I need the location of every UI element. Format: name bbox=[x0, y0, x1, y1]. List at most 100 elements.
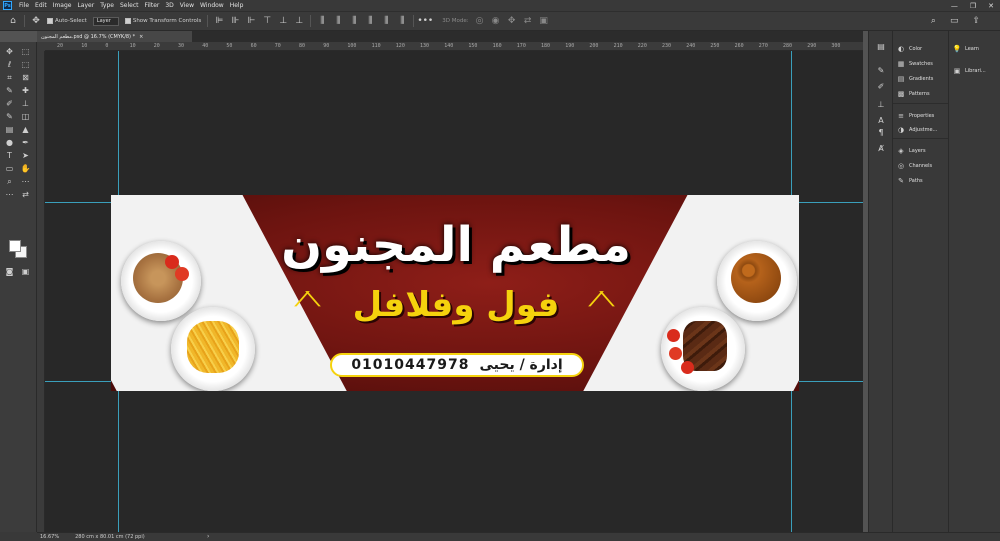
3d-scale-icon[interactable]: ▣ bbox=[539, 16, 549, 26]
workspace-icon[interactable]: ▭ bbox=[950, 16, 959, 26]
menu-file[interactable]: File bbox=[16, 2, 32, 9]
panel-tab-adjustments[interactable]: ◑ Adjustme... bbox=[897, 124, 937, 135]
glyphs-panel-icon[interactable]: Ⱥ bbox=[875, 143, 887, 154]
history-panel-icon[interactable]: ▤ bbox=[875, 41, 887, 52]
ruler-vertical[interactable] bbox=[37, 51, 45, 532]
align-center-h-icon[interactable]: ⊪ bbox=[230, 16, 240, 26]
panel-tab-libraries[interactable]: ▣ Librari... bbox=[953, 65, 986, 76]
panel-tab-properties[interactable]: ≡ Properties bbox=[897, 110, 934, 121]
3d-roll-icon[interactable]: ◉ bbox=[491, 16, 501, 26]
share-icon[interactable]: ⇪ bbox=[972, 16, 980, 26]
lasso-tool-icon[interactable]: ℓ bbox=[4, 59, 15, 70]
auto-select-checkbox[interactable]: Auto-Select bbox=[47, 18, 87, 24]
align-top-icon[interactable]: ⊤ bbox=[262, 16, 272, 26]
marquee-tool-icon[interactable]: ⬚ bbox=[20, 46, 31, 57]
minimize-button[interactable]: — bbox=[951, 2, 958, 10]
menu-3d[interactable]: 3D bbox=[162, 2, 176, 9]
clone-source-icon[interactable]: ⊥ bbox=[875, 99, 887, 110]
gradient-tool-icon[interactable]: ▤ bbox=[4, 124, 15, 135]
more-options-icon[interactable]: ••• bbox=[417, 16, 433, 26]
dodge-tool-icon[interactable]: ● bbox=[4, 137, 15, 148]
menu-view[interactable]: View bbox=[177, 2, 197, 9]
hand-tool-icon[interactable]: ✋ bbox=[20, 163, 31, 174]
align-right-icon[interactable]: ⊩ bbox=[246, 16, 256, 26]
rectangle-tool-icon[interactable]: ▭ bbox=[4, 163, 15, 174]
menu-select[interactable]: Select bbox=[117, 2, 142, 9]
auto-select-target-dropdown[interactable]: Layer bbox=[92, 16, 119, 26]
panel-tab-learn[interactable]: 💡 Learn bbox=[953, 43, 979, 54]
menu-image[interactable]: Image bbox=[50, 2, 75, 9]
more-tools-icon[interactable]: ⋯ bbox=[20, 176, 31, 187]
panel-tab-label: Gradients bbox=[909, 75, 934, 82]
menu-filter[interactable]: Filter bbox=[142, 2, 163, 9]
quick-mask-icon[interactable]: ◙ bbox=[4, 266, 15, 277]
3d-slide-icon[interactable]: ⇄ bbox=[523, 16, 533, 26]
menu-layer[interactable]: Layer bbox=[74, 2, 97, 9]
screen-mode-icon[interactable]: ▣ bbox=[20, 266, 31, 277]
move-tool-icon[interactable]: ✥ bbox=[31, 16, 41, 26]
close-tab-icon[interactable]: × bbox=[139, 34, 143, 40]
3d-orbit-icon[interactable]: ◎ bbox=[475, 16, 485, 26]
align-bottom-icon[interactable]: ⊥ bbox=[294, 16, 304, 26]
show-transform-checkbox[interactable]: Show Transform Controls bbox=[124, 18, 201, 24]
swap-colors-icon[interactable]: ⇄ bbox=[20, 189, 31, 200]
3d-pan-icon[interactable]: ✥ bbox=[507, 16, 517, 26]
panel-tab-paths[interactable]: ✎ Paths bbox=[897, 175, 923, 186]
align-middle-v-icon[interactable]: ⊥ bbox=[278, 16, 288, 26]
foreground-color-swatch[interactable] bbox=[9, 240, 21, 252]
crop-tool-icon[interactable]: ⌗ bbox=[4, 72, 15, 83]
move-tool-icon[interactable]: ✥ bbox=[4, 46, 15, 57]
photoshop-logo-icon: Ps bbox=[3, 1, 12, 10]
distribute-3-icon[interactable]: ⫼ bbox=[349, 16, 359, 26]
brush-settings-icon[interactable]: ✎ bbox=[875, 65, 887, 76]
document-tab[interactable]: مطعم المجنون.psd @ 16.7% (CMYK/8) * × bbox=[37, 31, 192, 42]
tomato-slice bbox=[165, 255, 179, 269]
frame-tool-icon[interactable]: ⊠ bbox=[20, 72, 31, 83]
search-icon[interactable]: ⌕ bbox=[931, 16, 936, 26]
brush-tool-icon[interactable]: ✐ bbox=[4, 98, 15, 109]
align-left-icon[interactable]: ⊫ bbox=[214, 16, 224, 26]
panel-tab-patterns[interactable]: ▩ Patterns bbox=[897, 88, 930, 99]
history-brush-tool-icon[interactable]: ✎ bbox=[4, 111, 15, 122]
path-select-tool-icon[interactable]: ➤ bbox=[20, 150, 31, 161]
panel-tab-gradients[interactable]: ▤ Gradients bbox=[897, 73, 934, 84]
canvas-workspace[interactable]: مطعم المجنون ⟋⟍ ⟋⟍ فول وفلافل 0101044797… bbox=[45, 51, 863, 532]
menu-type[interactable]: Type bbox=[97, 2, 117, 9]
clone-stamp-tool-icon[interactable]: ⊥ bbox=[20, 98, 31, 109]
distribute-5-icon[interactable]: ⫼ bbox=[381, 16, 391, 26]
status-chevron-icon[interactable]: › bbox=[207, 533, 209, 540]
brushes-icon[interactable]: ✐ bbox=[875, 81, 887, 92]
panel-tab-swatches[interactable]: ▦ Swatches bbox=[897, 58, 933, 69]
menu-help[interactable]: Help bbox=[227, 2, 247, 9]
status-bar: 16.67% 280 cm x 80.01 cm (72 ppi) › bbox=[37, 532, 1000, 541]
healing-brush-tool-icon[interactable]: ✚ bbox=[20, 85, 31, 96]
libraries-icon: ▣ bbox=[953, 66, 961, 75]
eyedropper-tool-icon[interactable]: ✎ bbox=[4, 85, 15, 96]
panel-tab-layers[interactable]: ◈ Layers bbox=[897, 145, 925, 156]
zoom-tool-icon[interactable]: ⌕ bbox=[4, 176, 15, 187]
panel-tab-channels[interactable]: ◎ Channels bbox=[897, 160, 932, 171]
panel-tab-color[interactable]: ◐ Color bbox=[897, 43, 922, 54]
restore-button[interactable]: ❐ bbox=[970, 2, 976, 10]
distribute-6-icon[interactable]: ⫼ bbox=[397, 16, 407, 26]
menu-window[interactable]: Window bbox=[197, 2, 227, 9]
object-select-tool-icon[interactable]: ⬚ bbox=[20, 59, 31, 70]
document-size: 280 cm x 80.01 cm (72 ppi) bbox=[75, 534, 145, 540]
distribute-1-icon[interactable]: ⫼ bbox=[317, 16, 327, 26]
edit-toolbar-icon[interactable]: ⋯ bbox=[4, 189, 15, 200]
eraser-tool-icon[interactable]: ◫ bbox=[20, 111, 31, 122]
pen-tool-icon[interactable]: ✒ bbox=[20, 137, 31, 148]
banner-artwork[interactable]: مطعم المجنون ⟋⟍ ⟋⟍ فول وفلافل 0101044797… bbox=[111, 195, 799, 391]
zoom-level[interactable]: 16.67% bbox=[40, 534, 59, 540]
close-window-button[interactable]: ✕ bbox=[988, 2, 994, 10]
blur-tool-icon[interactable]: ▲ bbox=[20, 124, 31, 135]
type-tool-icon[interactable]: T bbox=[4, 150, 15, 161]
home-icon[interactable]: ⌂ bbox=[8, 16, 18, 26]
menu-edit[interactable]: Edit bbox=[32, 2, 50, 9]
character-panel-icon[interactable]: A bbox=[875, 115, 887, 126]
ruler-horizontal[interactable]: 20 10 0 10 20 30 40 50 60 70 80 90 100 110 120 130 140 15… bbox=[45, 42, 863, 51]
distribute-2-icon[interactable]: ⫼ bbox=[333, 16, 343, 26]
distribute-4-icon[interactable]: ⫼ bbox=[365, 16, 375, 26]
ruler-tick-label: 120 bbox=[395, 43, 405, 49]
paragraph-panel-icon[interactable]: ¶ bbox=[875, 127, 887, 138]
